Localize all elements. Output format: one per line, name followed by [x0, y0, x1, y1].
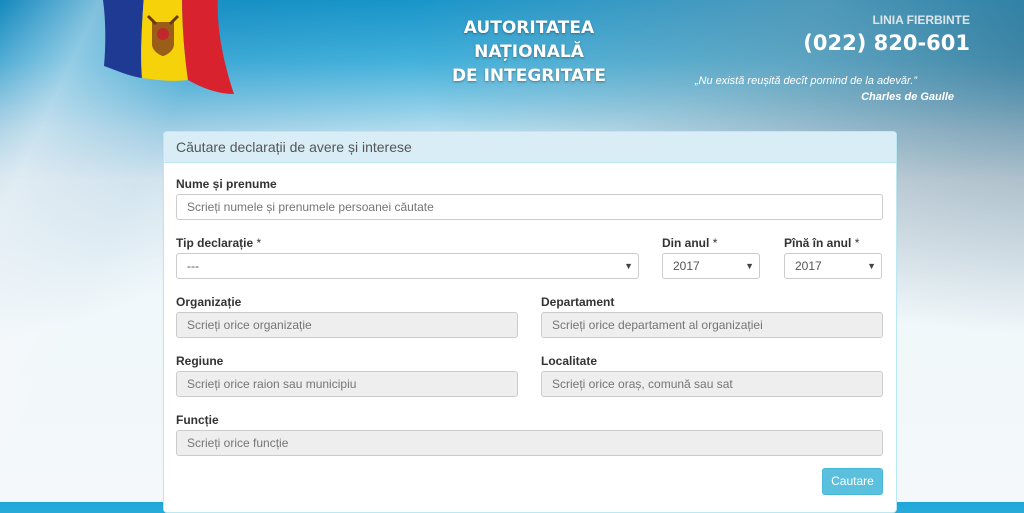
agency-title: AUTORITATEA NAȚIONALĂ DE INTEGRITATE	[436, 16, 622, 88]
agency-title-line-2: NAȚIONALĂ	[474, 42, 584, 62]
year-from-label: Din anul *	[662, 236, 717, 250]
declaration-type-select[interactable]: --- ▼	[176, 253, 639, 279]
agency-title-line-1: AUTORITATEA	[463, 18, 595, 38]
agency-title-line-3: DE INTEGRITATE	[451, 66, 607, 86]
search-panel: Căutare declarații de avere și interese …	[163, 131, 897, 513]
year-from-value: 2017	[673, 259, 700, 273]
search-button[interactable]: Cautare	[822, 468, 883, 495]
year-to-value: 2017	[795, 259, 822, 273]
declaration-type-label-text: Tip declarație	[176, 236, 254, 250]
function-input[interactable]	[176, 430, 883, 456]
chevron-down-icon: ▼	[867, 261, 876, 271]
region-input[interactable]	[176, 371, 518, 397]
organization-input[interactable]	[176, 312, 518, 338]
required-mark: *	[256, 236, 262, 250]
region-label: Regiune	[176, 354, 224, 368]
moldova-flag-icon	[102, 0, 234, 94]
department-label: Departament	[541, 295, 615, 309]
year-from-label-text: Din anul	[662, 236, 710, 250]
panel-title: Căutare declarații de avere și interese	[164, 132, 896, 163]
locality-label: Localitate	[541, 354, 598, 368]
chevron-down-icon: ▼	[745, 261, 754, 271]
year-from-select[interactable]: 2017 ▼	[662, 253, 760, 279]
quote-author: Charles de Gaulle	[861, 91, 954, 103]
locality-input[interactable]	[541, 371, 883, 397]
year-to-label-text: Pînă în anul	[784, 236, 852, 250]
organization-label: Organizație	[176, 295, 242, 309]
year-to-label: Pînă în anul *	[784, 236, 859, 250]
function-label: Funcție	[176, 413, 219, 427]
department-input[interactable]	[541, 312, 883, 338]
year-to-select[interactable]: 2017 ▼	[784, 253, 882, 279]
hotline-label: LINIA FIERBINTE	[872, 13, 970, 27]
chevron-down-icon: ▼	[624, 261, 633, 271]
declaration-type-value: ---	[187, 259, 199, 273]
name-label: Nume și prenume	[176, 177, 277, 191]
hotline-number: (022) 820-601	[803, 31, 970, 55]
declaration-type-label: Tip declarație *	[176, 236, 261, 250]
required-mark: *	[854, 236, 860, 250]
quote-text: „Nu există reușită decît pornind de la a…	[694, 75, 917, 87]
name-input[interactable]	[176, 194, 883, 220]
required-mark: *	[712, 236, 718, 250]
